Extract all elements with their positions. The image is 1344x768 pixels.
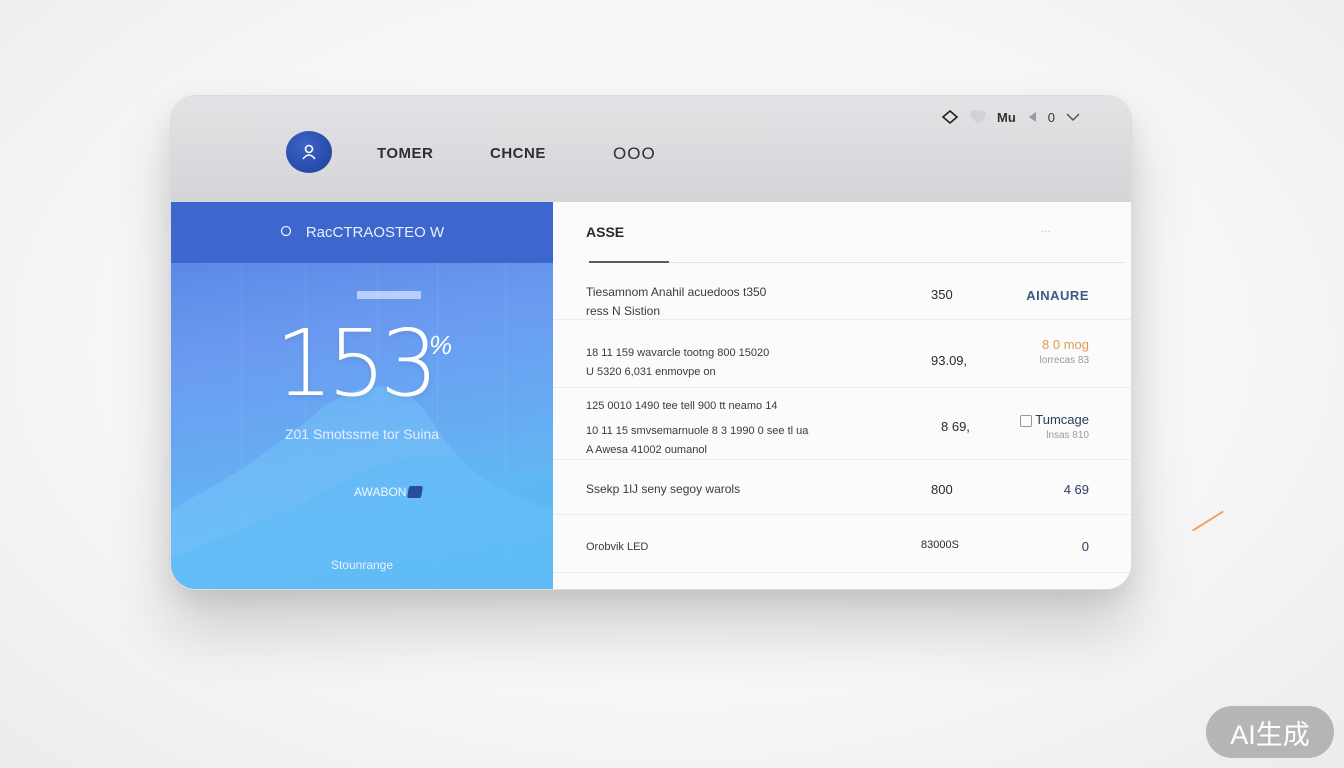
row-value: 83000S: [921, 539, 959, 551]
table-row[interactable]: 18 11 159 wavarcle tootng 800 15020 U 53…: [553, 319, 1131, 388]
table-row[interactable]: Orobvik LED 83000S 0: [553, 514, 1131, 573]
row-status: 4 69: [1063, 482, 1089, 497]
stats-panel: RacCTRAOSTEO W 153 % Z01 Smotssme tor Su…: [171, 202, 553, 589]
transactions-title: ASSE: [586, 224, 625, 240]
panel-footer[interactable]: Stounrange: [171, 558, 553, 572]
row-desc: Ssekp 1lJ seny segoy warols: [586, 482, 741, 496]
table-row[interactable]: Ssekp 1lJ seny segoy warols 800 4 69: [553, 459, 1131, 515]
table-row[interactable]: 125 0010 1490 tee tell 900 tt neamo 14 1…: [553, 387, 1131, 460]
title-underline: [589, 261, 669, 263]
decorative-stroke: [1192, 510, 1224, 532]
row-status: AINAURE: [1026, 288, 1089, 303]
row-value: 8 69,: [941, 419, 970, 434]
user-icon: [302, 144, 316, 160]
dashboard-card: TOMER CHCNE OOO Mu 0 RacCTRAOSTEO W 153 …: [170, 95, 1132, 590]
title-hint: ···: [1041, 226, 1051, 237]
tag-icon: [407, 486, 424, 498]
panel-header: RacCTRAOSTEO W: [171, 202, 553, 263]
row-desc: 18 11 159 wavarcle tootng 800 15020 U 53…: [586, 347, 770, 378]
row-value: 93.09,: [931, 353, 968, 368]
controls-value: 0: [1047, 109, 1055, 125]
badge-label: AWABON: [354, 485, 407, 499]
big-stat-suffix: %: [429, 330, 453, 360]
row-value: 800: [931, 482, 953, 497]
row-value: 350: [931, 287, 953, 302]
search-icon[interactable]: [280, 224, 292, 241]
controls-label: Mu: [996, 109, 1016, 125]
speaker-icon[interactable]: [1026, 111, 1038, 123]
row-status: 0: [1081, 539, 1089, 554]
stat-accent-bar: [357, 291, 421, 299]
diamond-icon[interactable]: [941, 110, 959, 124]
big-stat-value: 153: [275, 310, 439, 417]
avatar[interactable]: [286, 131, 332, 173]
panel-badge[interactable]: AWABON: [354, 485, 424, 499]
transactions-panel: ASSE ··· Tiesamnom Anahil acuedoos t350 …: [553, 202, 1131, 589]
row-desc: 125 0010 1490 tee tell 900 tt neamo 14 1…: [586, 400, 809, 456]
nav-item-ooo[interactable]: OOO: [613, 144, 656, 164]
row-status: 8 0 mog lorrecas 83: [1039, 337, 1089, 366]
row-status: Tumcage lnsas 810: [1020, 412, 1089, 444]
chevron-down-icon[interactable]: [1065, 111, 1081, 123]
nav-item-tomer[interactable]: TOMER: [377, 145, 433, 162]
row-desc: Orobvik LED: [586, 541, 649, 553]
heart-icon[interactable]: [969, 109, 987, 125]
top-header: TOMER CHCNE OOO Mu 0: [171, 96, 1131, 202]
table-row[interactable]: Tiesamnom Anahil acuedoos t350 ress N Si…: [553, 264, 1131, 320]
panel-title: RacCTRAOSTEO W: [305, 224, 445, 241]
checkbox-icon[interactable]: [1020, 414, 1033, 427]
title-divider: [589, 262, 1125, 263]
ai-watermark: AI生成: [1206, 706, 1334, 758]
stat-caption: Z01 Smotssme tor Suina: [284, 426, 440, 442]
row-desc: Tiesamnom Anahil acuedoos t350 ress N Si…: [586, 285, 767, 318]
header-controls: Mu 0: [941, 109, 1081, 125]
nav-item-chcne[interactable]: CHCNE: [490, 145, 546, 162]
